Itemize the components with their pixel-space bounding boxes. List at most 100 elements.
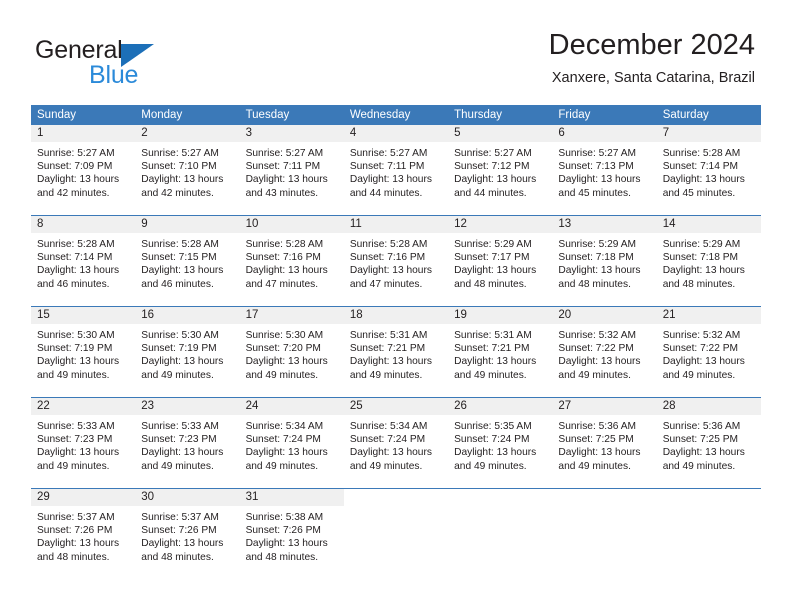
calendar-day-cell[interactable]: 27 Sunrise: 5:36 AM Sunset: 7:25 PM Dayligh… [552, 398, 657, 488]
day-number: 15 [37, 309, 50, 321]
sunset-text: Sunset: 7:24 PM [454, 434, 530, 446]
day-number: 5 [454, 127, 461, 139]
calendar-day-cell[interactable]: 12 Sunrise: 5:29 AM Sunset: 7:17 PM Dayligh… [448, 216, 553, 306]
day-number-bar: 6 [552, 125, 657, 143]
daylight-text: Daylight: 13 hours and 49 minutes. [558, 356, 641, 381]
daylight-text: Daylight: 13 hours and 44 minutes. [349, 174, 432, 199]
calendar-day-cell[interactable]: 26 Sunrise: 5:35 AM Sunset: 7:24 PM Dayligh… [448, 398, 553, 488]
calendar-day-cell[interactable]: 25 Sunrise: 5:34 AM Sunset: 7:24 PM Dayligh… [343, 398, 449, 488]
calendar-day-cell[interactable]: 23 Sunrise: 5:33 AM Sunset: 7:23 PM Dayligh… [135, 398, 240, 488]
calendar-day-cell[interactable]: 3 Sunrise: 5:27 AM Sunset: 7:11 PM Daylight… [239, 125, 344, 215]
calendar-day-cell[interactable]: 18 Sunrise: 5:31 AM Sunset: 7:21 PM Dayligh… [343, 307, 449, 397]
calendar-day-cell[interactable]: 8 Sunrise: 5:28 AM Sunset: 7:14 PM Daylight… [31, 216, 136, 306]
sunset-text: Sunset: 7:26 PM [37, 525, 113, 537]
calendar-day-cell[interactable]: 21 Sunrise: 5:32 AM Sunset: 7:22 PM Dayligh… [656, 307, 761, 397]
calendar-day-cell[interactable]: 19 Sunrise: 5:31 AM Sunset: 7:21 PM Dayligh… [448, 307, 553, 397]
calendar-day-cell[interactable]: 29 Sunrise: 5:37 AM Sunset: 7:26 PM Dayligh… [31, 489, 136, 579]
daylight-text: Daylight: 13 hours and 49 minutes. [245, 356, 328, 381]
calendar-day-cell[interactable]: 13 Sunrise: 5:29 AM Sunset: 7:18 PM Dayligh… [552, 216, 657, 306]
daylight-text: Daylight: 13 hours and 42 minutes. [141, 174, 224, 199]
calendar-day-cell[interactable]: 22 Sunrise: 5:33 AM Sunset: 7:23 PM Dayligh… [31, 398, 136, 488]
day-number-bar: 27 [552, 398, 657, 416]
daylight-text: Daylight: 13 hours and 49 minutes. [349, 356, 432, 381]
sunrise-text: Sunrise: 5:30 AM [141, 330, 219, 341]
calendar-week-row: 15 Sunrise: 5:30 AM Sunset: 7:19 PM Dayligh… [31, 306, 761, 397]
day-number-bar [552, 489, 657, 507]
day-number-bar: 17 [239, 307, 344, 325]
day-details: Sunrise: 5:30 AM Sunset: 7:19 PM Daylight:… [31, 325, 135, 382]
calendar-day-cell-empty [448, 489, 553, 579]
calendar-day-cell[interactable]: 7 Sunrise: 5:28 AM Sunset: 7:14 PM Daylight… [656, 125, 761, 215]
title-block: December 2024 Xanxere, Santa Catarina, B… [549, 28, 755, 88]
sunrise-text: Sunrise: 5:30 AM [37, 330, 115, 341]
day-number: 9 [141, 218, 148, 230]
daylight-text: Daylight: 13 hours and 49 minutes. [349, 447, 432, 472]
sunset-text: Sunset: 7:12 PM [454, 161, 530, 173]
sunrise-text: Sunrise: 5:27 AM [37, 148, 115, 159]
sunset-text: Sunset: 7:11 PM [349, 161, 425, 173]
daylight-text: Daylight: 13 hours and 43 minutes. [245, 174, 328, 199]
calendar-day-cell[interactable]: 24 Sunrise: 5:34 AM Sunset: 7:24 PM Dayligh… [239, 398, 344, 488]
day-number: 16 [141, 309, 155, 321]
calendar-day-cell[interactable]: 20 Sunrise: 5:32 AM Sunset: 7:22 PM Dayligh… [552, 307, 657, 397]
calendar-day-cell[interactable]: 16 Sunrise: 5:30 AM Sunset: 7:19 PM Dayligh… [135, 307, 240, 397]
calendar-day-cell[interactable]: 1 Sunrise: 5:27 AM Sunset: 7:09 PM Daylight… [31, 125, 136, 215]
calendar-day-cell[interactable]: 6 Sunrise: 5:27 AM Sunset: 7:13 PM Daylight… [552, 125, 657, 215]
day-number-bar: 22 [31, 398, 136, 416]
sunrise-text: Sunrise: 5:36 AM [558, 421, 636, 432]
sunset-text: Sunset: 7:25 PM [558, 434, 634, 446]
day-number: 21 [662, 309, 676, 321]
daylight-text: Daylight: 13 hours and 49 minutes. [245, 447, 328, 472]
daylight-text: Daylight: 13 hours and 49 minutes. [662, 356, 745, 381]
day-details: Sunrise: 5:27 AM Sunset: 7:11 PM Daylight:… [344, 143, 448, 200]
weekday-header-row: Sunday Monday Tuesday Wednesday Thursday Frid… [31, 105, 761, 125]
calendar-day-cell[interactable]: 9 Sunrise: 5:28 AM Sunset: 7:15 PM Daylight… [135, 216, 240, 306]
day-number-bar: 18 [343, 307, 449, 325]
calendar-day-cell-empty [343, 489, 449, 579]
sunrise-text: Sunrise: 5:28 AM [245, 239, 324, 250]
day-number-bar: 16 [135, 307, 240, 325]
sunset-text: Sunset: 7:16 PM [349, 252, 426, 264]
sunset-text: Sunset: 7:23 PM [141, 434, 217, 446]
day-number-bar: 15 [31, 307, 136, 325]
calendar-day-cell[interactable]: 10 Sunrise: 5:28 AM Sunset: 7:16 PM Dayligh… [239, 216, 344, 306]
day-number: 29 [37, 491, 50, 503]
daylight-text: Daylight: 13 hours and 46 minutes. [141, 265, 224, 290]
day-number: 17 [245, 309, 259, 321]
day-details: Sunrise: 5:27 AM Sunset: 7:12 PM Daylight:… [448, 143, 552, 200]
sunset-text: Sunset: 7:24 PM [349, 434, 426, 446]
day-details: Sunrise: 5:30 AM Sunset: 7:20 PM Daylight:… [240, 325, 344, 382]
weekday-header-thursday: Thursday [454, 109, 503, 121]
sunrise-text: Sunrise: 5:34 AM [245, 421, 324, 432]
daylight-text: Daylight: 13 hours and 48 minutes. [141, 538, 224, 563]
calendar-day-cell[interactable]: 30 Sunrise: 5:37 AM Sunset: 7:26 PM Dayligh… [135, 489, 240, 579]
calendar-day-cell-empty [656, 489, 761, 579]
daylight-text: Daylight: 13 hours and 46 minutes. [37, 265, 120, 290]
calendar-day-cell[interactable]: 31 Sunrise: 5:38 AM Sunset: 7:26 PM Dayligh… [239, 489, 344, 579]
calendar-day-cell[interactable]: 5 Sunrise: 5:27 AM Sunset: 7:12 PM Daylight… [448, 125, 553, 215]
day-details: Sunrise: 5:36 AM Sunset: 7:25 PM Daylight:… [552, 416, 656, 473]
day-details: Sunrise: 5:28 AM Sunset: 7:15 PM Daylight:… [135, 234, 239, 291]
daylight-text: Daylight: 13 hours and 48 minutes. [662, 265, 745, 290]
calendar-day-cell[interactable]: 11 Sunrise: 5:28 AM Sunset: 7:16 PM Dayligh… [343, 216, 449, 306]
calendar-day-cell[interactable]: 2 Sunrise: 5:27 AM Sunset: 7:10 PM Daylight… [135, 125, 240, 215]
weekday-header-wednesday: Wednesday [349, 109, 411, 121]
calendar-day-cell[interactable]: 4 Sunrise: 5:27 AM Sunset: 7:11 PM Daylight… [343, 125, 449, 215]
day-details: Sunrise: 5:33 AM Sunset: 7:23 PM Daylight:… [31, 416, 135, 473]
day-number: 3 [245, 127, 252, 139]
sunrise-text: Sunrise: 5:28 AM [349, 239, 428, 250]
calendar-day-cell[interactable]: 14 Sunrise: 5:29 AM Sunset: 7:18 PM Dayligh… [656, 216, 761, 306]
day-number-bar: 24 [239, 398, 344, 416]
calendar-day-cell[interactable]: 28 Sunrise: 5:36 AM Sunset: 7:25 PM Dayligh… [656, 398, 761, 488]
day-number-bar: 19 [448, 307, 553, 325]
day-number: 31 [245, 491, 259, 503]
day-details: Sunrise: 5:31 AM Sunset: 7:21 PM Daylight:… [344, 325, 448, 382]
day-number-bar: 10 [239, 216, 344, 234]
sunset-text: Sunset: 7:18 PM [662, 252, 739, 264]
sunset-text: Sunset: 7:11 PM [245, 161, 321, 173]
sunset-text: Sunset: 7:16 PM [245, 252, 321, 264]
calendar-day-cell[interactable]: 15 Sunrise: 5:30 AM Sunset: 7:19 PM Dayligh… [31, 307, 136, 397]
day-number-bar: 2 [135, 125, 240, 143]
sunrise-text: Sunrise: 5:33 AM [37, 421, 115, 432]
calendar-day-cell[interactable]: 17 Sunrise: 5:30 AM Sunset: 7:20 PM Dayligh… [239, 307, 344, 397]
